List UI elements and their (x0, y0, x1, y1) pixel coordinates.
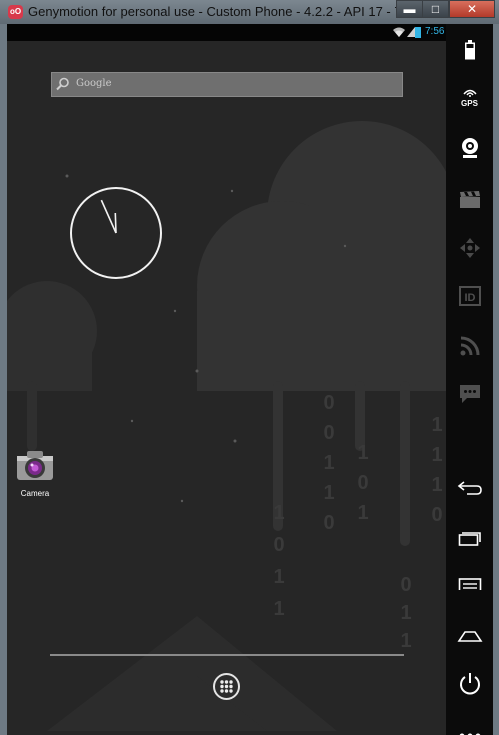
home-icon (457, 631, 482, 642)
sms-widget-button[interactable] (446, 376, 493, 412)
clock-minute-hand (100, 199, 117, 234)
screencast-icon (459, 191, 480, 208)
menu-button[interactable] (446, 568, 493, 604)
rss-icon (460, 336, 479, 356)
maximize-button[interactable]: □ (422, 0, 449, 18)
rain-digit: 1 (357, 502, 368, 524)
battery-status-icon (415, 27, 421, 38)
rain-digit: 1 (400, 630, 411, 652)
rain-digit: 1 (323, 452, 334, 474)
rss-widget-button[interactable] (446, 328, 493, 364)
recent-apps-icon (458, 532, 481, 546)
genymotion-logo-icon: oO (8, 5, 23, 19)
move-icon (459, 238, 480, 258)
rain-digit: 0 (323, 422, 334, 444)
rain-digit: 0 (400, 574, 411, 596)
wallpaper: 0 0 1 1 0 1 1 0 1 1 1 1 1 0 0 1 1 0 1 (7, 121, 446, 731)
webcam-widget-button[interactable] (446, 130, 493, 166)
rain-digit: 1 (431, 474, 442, 496)
window-frame-left (0, 24, 7, 735)
rain-digit: 1 (323, 482, 334, 504)
window-frame-right (493, 24, 499, 735)
gps-icon: GPS (461, 88, 478, 108)
screencast-widget-button[interactable] (446, 182, 493, 218)
wifi-icon (393, 27, 405, 37)
camera-label: Camera (20, 489, 50, 498)
rain-digit: 0 (273, 534, 284, 556)
status-bar[interactable]: 7:56 (7, 24, 446, 41)
rain-digit: 1 (273, 566, 284, 588)
home-button[interactable] (446, 618, 493, 654)
more-icon (459, 733, 480, 735)
all-apps-icon (220, 680, 233, 693)
power-button[interactable] (446, 666, 493, 702)
back-button[interactable] (446, 470, 493, 506)
battery-icon (464, 40, 475, 60)
rain-digit: 0 (323, 512, 334, 534)
minimize-button[interactable]: ▬ (396, 0, 423, 18)
recent-apps-button[interactable] (446, 520, 493, 556)
rain-digit: 1 (431, 414, 442, 436)
signal-icon (407, 27, 415, 37)
close-button[interactable]: ✕ (449, 0, 495, 18)
rain-digit: 0 (431, 504, 442, 526)
search-icon (56, 77, 69, 91)
webcam-icon (461, 138, 478, 158)
back-icon (457, 481, 482, 495)
svg-text:ID: ID (464, 292, 475, 304)
rain-digit: 1 (273, 598, 284, 620)
analog-clock-widget[interactable] (69, 186, 163, 280)
camera-app-shortcut[interactable]: Camera (15, 448, 55, 498)
status-time: 7:56 (425, 26, 445, 37)
gps-label: GPS (461, 99, 478, 108)
genymotion-sidebar: GPS ID (446, 24, 493, 735)
menu-icon (457, 578, 482, 594)
window-titlebar[interactable]: oO Genymotion for personal use - Custom … (0, 0, 499, 24)
search-placeholder: Google (76, 78, 112, 89)
sms-icon (459, 385, 480, 403)
android-screen[interactable]: 7:56 0 0 1 1 0 1 1 0 1 1 1 1 1 0 0 1 1 0… (7, 24, 446, 735)
rain-digit: 1 (357, 442, 368, 464)
battery-widget-button[interactable] (446, 32, 493, 68)
rain-digit: 1 (431, 444, 442, 466)
gps-widget-button[interactable]: GPS (446, 80, 493, 116)
device-id-icon: ID (458, 286, 481, 306)
camera-icon (17, 451, 53, 480)
all-apps-button[interactable] (213, 673, 240, 700)
rain-digit: 0 (357, 472, 368, 494)
power-icon (459, 673, 480, 695)
rain-digit: 1 (400, 602, 411, 624)
more-button[interactable] (446, 714, 493, 735)
move-widget-button[interactable] (446, 230, 493, 266)
window-title: Genymotion for personal use - Custom Pho… (28, 4, 420, 19)
device-id-widget-button[interactable]: ID (446, 278, 493, 314)
rain-digit: 0 (323, 392, 334, 414)
dock-divider (50, 654, 404, 656)
rain-digit: 1 (273, 502, 284, 524)
google-search-bar[interactable]: Google (51, 72, 403, 97)
